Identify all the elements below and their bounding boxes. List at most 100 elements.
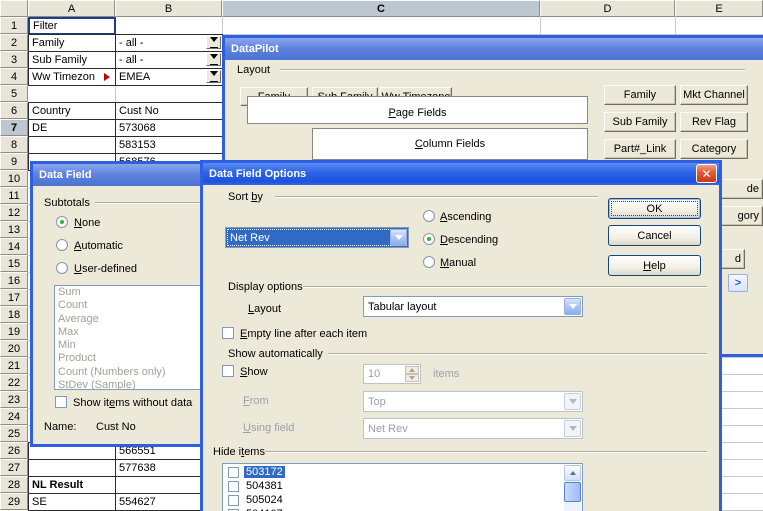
cell-B8[interactable]: 583153 <box>115 136 223 154</box>
options-titlebar[interactable]: Data Field Options <box>203 163 719 185</box>
cell-A8[interactable] <box>28 136 116 154</box>
cell-B6[interactable]: Cust No <box>115 102 223 120</box>
row-header-9[interactable]: 9 <box>0 153 28 170</box>
row-header-19[interactable]: 19 <box>0 323 28 340</box>
show-checkbox[interactable] <box>222 365 234 377</box>
sort-radio-manual[interactable] <box>423 256 435 268</box>
layout-combo[interactable]: Tabular layout <box>363 296 583 317</box>
close-icon[interactable]: ✕ <box>696 164 717 183</box>
row-header-14[interactable]: 14 <box>0 238 28 255</box>
hide-item-checkbox[interactable] <box>228 495 239 506</box>
row-header-2[interactable]: 2 <box>0 34 28 51</box>
datapilot-titlebar[interactable]: DataPilot <box>225 38 763 60</box>
field-button-part-link[interactable]: Part#_Link <box>604 139 676 159</box>
cell-A2[interactable]: Family <box>28 34 116 52</box>
hide-item-row[interactable]: 503172 <box>224 465 564 479</box>
field-button-family[interactable]: Family <box>604 85 676 105</box>
cell-B4[interactable]: EMEA <box>115 68 223 86</box>
field-button-rev-flag[interactable]: Rev Flag <box>680 112 748 132</box>
show-count-spinner[interactable]: 10 <box>363 364 421 384</box>
row-header-17[interactable]: 17 <box>0 289 28 306</box>
row-header-24[interactable]: 24 <box>0 408 28 425</box>
sort-radio-descending[interactable] <box>423 233 435 245</box>
row-header-22[interactable]: 22 <box>0 374 28 391</box>
cell-A6[interactable]: Country <box>28 102 116 120</box>
scroll-up-icon[interactable] <box>564 465 581 481</box>
row-header-15[interactable]: 15 <box>0 255 28 272</box>
hide-item-row[interactable]: 504381 <box>224 479 564 493</box>
sort-radio-ascending[interactable] <box>423 210 435 222</box>
cell-A7[interactable]: DE <box>28 119 116 137</box>
chevron-down-icon[interactable] <box>390 229 407 246</box>
col-header-C[interactable]: C <box>222 0 540 17</box>
cell-B7[interactable]: 573068 <box>115 119 223 137</box>
row-header-26[interactable]: 26 <box>0 442 28 459</box>
cell-A29[interactable]: SE <box>28 493 116 511</box>
field-button-sub-family[interactable]: Sub Family <box>604 112 676 132</box>
row-header-11[interactable]: 11 <box>0 187 28 204</box>
row-header-29[interactable]: 29 <box>0 493 28 510</box>
row-header-7[interactable]: 7 <box>0 119 28 136</box>
subtotals-radio-user-defined[interactable] <box>56 262 68 274</box>
hide-item-row[interactable]: 504107 <box>224 507 564 511</box>
empty-line-checkbox[interactable] <box>222 327 234 339</box>
row-header-28[interactable]: 28 <box>0 476 28 493</box>
cancel-button[interactable]: Cancel <box>608 225 701 246</box>
cell-A1[interactable]: Filter <box>28 17 116 35</box>
ok-button[interactable]: OK <box>608 198 701 219</box>
row-header-23[interactable]: 23 <box>0 391 28 408</box>
cell-A27[interactable] <box>28 459 116 477</box>
sort-field-combo[interactable]: Net Rev <box>225 227 409 248</box>
row-header-5[interactable]: 5 <box>0 85 28 102</box>
row-header-18[interactable]: 18 <box>0 306 28 323</box>
spin-down-icon[interactable] <box>405 374 419 382</box>
arrow-underline <box>210 64 218 65</box>
hide-item-row[interactable]: 505024 <box>224 493 564 507</box>
hide-items-list[interactable]: 503172504381505024504107 <box>222 463 583 511</box>
hide-item-checkbox[interactable] <box>228 481 239 492</box>
row-header-3[interactable]: 3 <box>0 51 28 68</box>
row-header-21[interactable]: 21 <box>0 357 28 374</box>
row-header-16[interactable]: 16 <box>0 272 28 289</box>
more-fields-arrow-button[interactable]: > <box>728 274 748 292</box>
col-header-D[interactable]: D <box>540 0 675 17</box>
cell-A28[interactable]: NL Result <box>28 476 116 494</box>
row-header-13[interactable]: 13 <box>0 221 28 238</box>
cell-B4-dropdown-icon[interactable] <box>206 70 221 83</box>
subtotals-radio-automatic[interactable] <box>56 239 68 251</box>
row-header-6[interactable]: 6 <box>0 102 28 119</box>
spin-up-icon[interactable] <box>405 366 419 374</box>
cell-A4[interactable]: Ww Timezon <box>28 68 116 86</box>
cell-B2[interactable]: - all - <box>115 34 223 52</box>
from-combo[interactable]: Top <box>363 391 583 412</box>
col-header-E[interactable]: E <box>675 0 763 17</box>
hide-items-scrollbar[interactable] <box>564 465 581 511</box>
row-header-4[interactable]: 4 <box>0 68 28 85</box>
cell-B3[interactable]: - all - <box>115 51 223 69</box>
cell-A3[interactable]: Sub Family <box>28 51 116 69</box>
using-field-combo[interactable]: Net Rev <box>363 418 583 439</box>
column-fields-area[interactable]: Column Fields <box>312 128 588 160</box>
row-header-20[interactable]: 20 <box>0 340 28 357</box>
row-header-25[interactable]: 25 <box>0 425 28 442</box>
row-header-8[interactable]: 8 <box>0 136 28 153</box>
field-button-category[interactable]: Category <box>680 139 748 159</box>
subtotals-radio-none[interactable] <box>56 216 68 228</box>
show-label: Show <box>240 366 268 378</box>
help-button[interactable]: Help <box>608 255 701 276</box>
col-header-A[interactable]: A <box>28 0 115 17</box>
corner-header[interactable] <box>0 0 28 17</box>
hide-item-checkbox[interactable] <box>228 467 239 478</box>
chevron-down-icon[interactable] <box>564 298 581 315</box>
page-fields-area[interactable]: Page Fields <box>247 96 588 124</box>
row-header-27[interactable]: 27 <box>0 459 28 476</box>
row-header-10[interactable]: 10 <box>0 170 28 187</box>
cell-B3-dropdown-icon[interactable] <box>206 53 221 66</box>
field-button-mkt-channel[interactable]: Mkt Channel <box>680 85 748 105</box>
col-header-B[interactable]: B <box>115 0 222 17</box>
show-items-without-data-checkbox[interactable] <box>55 396 67 408</box>
cell-B2-dropdown-icon[interactable] <box>206 36 221 49</box>
row-header-1[interactable]: 1 <box>0 17 28 34</box>
row-header-12[interactable]: 12 <box>0 204 28 221</box>
scrollbar-thumb[interactable] <box>564 482 581 502</box>
